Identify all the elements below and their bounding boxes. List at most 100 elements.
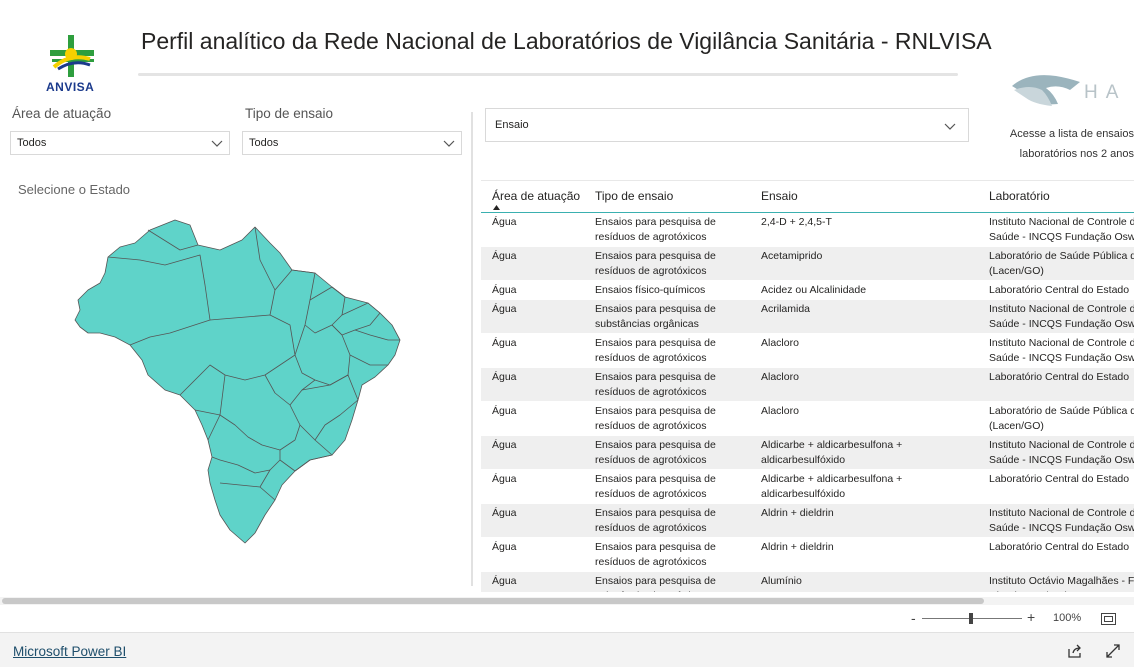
cell-line: Laboratório Central do Estado [989,283,1130,296]
table-row[interactable]: Água Ensaios para pesquisa de resíduos de … [481,503,1134,538]
cell-line: Instituto Nacional de Controle de Qualid… [989,215,1134,228]
cell-area: Água [481,246,584,281]
cell-tipo: Ensaios para pesquisa de resíduos de agro… [584,367,750,402]
horizontal-scrollbar[interactable] [0,597,1134,605]
table-header-row: Área de atuação Tipo de ensaio Ensaio La… [481,181,1134,213]
cell-line: Aldicarbe + aldicarbesulfona + [761,438,903,451]
cell-line: Aldrin + dieldrin [761,540,834,553]
panel-divider [471,112,473,586]
column-header-label: Área de atuação [492,189,581,204]
cell-ensaio: Aldicarbe + aldicarbesulfona + aldicarbes… [750,469,978,504]
zoom-slider-handle[interactable] [969,613,973,624]
cell-line: Ensaios para pesquisa de [595,404,716,417]
cell-line: Laboratório Central do Estado [989,472,1130,485]
share-icon[interactable] [1067,643,1083,659]
cell-line: Ensaios físico-químicos [595,283,706,296]
cell-line: Alacloro [761,404,799,417]
cell-tipo: Ensaios físico-químicos [584,280,750,300]
cell-line: Instituto Nacional de Controle de Qualid… [989,438,1134,451]
table-row[interactable]: Água Ensaios para pesquisa de resíduos de … [481,537,1134,572]
zoom-bar: - + 100% [0,605,1134,632]
brazil-map-outline [74,219,401,544]
table-row[interactable]: Água Ensaios para pesquisa de resíduos de … [481,435,1134,470]
cell-line: Instituto Octávio Magalhães - Fundação E… [989,574,1134,587]
cell-ensaio: Alacloro [750,333,978,368]
area-filter-dropdown[interactable]: Todos [10,131,230,155]
cell-line: Laboratório Central do Estado [989,540,1130,553]
cell-line: Laboratório Central do Estado [989,370,1130,383]
cell-laboratorio: Laboratório Central do Estado [978,537,1134,572]
table-row[interactable]: Água Ensaios para pesquisa de substâncias … [481,571,1134,592]
cell-line: Alumínio [761,574,802,587]
cell-tipo: Ensaios para pesquisa de resíduos de agro… [584,435,750,470]
table-row[interactable]: Água Ensaios físico-químicos Acidez ou Alc… [481,280,1134,300]
cell-line: Saúde - INCQS Fundação Oswaldo Cruz [989,521,1134,534]
cell-line: Acetamiprido [761,249,823,262]
cell-ensaio: Alumínio [750,571,978,592]
cell-tipo: Ensaios para pesquisa de resíduos de agro… [584,537,750,572]
cell-line: Alacloro [761,370,799,383]
table-row[interactable]: Água Ensaios para pesquisa de resíduos de … [481,212,1134,247]
table-row[interactable]: Água Ensaios para pesquisa de resíduos de … [481,246,1134,281]
tipo-filter-label: Tipo de ensaio [245,106,334,121]
column-header-ensaio[interactable]: Ensaio [750,181,978,213]
ensaio-filter-value: Ensaio [495,119,529,131]
cell-tipo: Ensaios para pesquisa de substâncias inor… [584,571,750,592]
cell-line: substâncias inorgânicas [595,589,744,593]
page-title: Perfil analítico da Rede Nacional de Lab… [141,28,992,54]
brazil-map[interactable] [70,215,405,545]
cell-laboratorio: Instituto Octávio Magalhães - Fundação E… [978,571,1134,592]
cell-line: Laboratório de Saúde Pública de Goiás [989,404,1134,417]
table-row[interactable]: Água Ensaios para pesquisa de resíduos de … [481,333,1134,368]
cell-laboratorio: Laboratório Central do Estado [978,367,1134,402]
cell-area: Água [481,299,584,334]
cell-ensaio: Aldrin + dieldrin [750,537,978,572]
cell-line: Ensaios para pesquisa de [595,249,716,262]
table-row[interactable]: Água Ensaios para pesquisa de substâncias … [481,299,1134,334]
tipo-filter-dropdown[interactable]: Todos [242,131,462,155]
ha-caption[interactable]: Acesse a lista de ensaios laboratórios n… [1002,124,1134,164]
cell-line: Saúde - INCQS Fundação Oswaldo Cruz [989,230,1134,243]
cell-line: resíduos de agrotóxicos [595,521,707,534]
ensaio-filter-dropdown[interactable]: Ensaio [485,108,969,142]
chevron-down-icon [944,123,956,130]
results-table[interactable]: Área de atuação Tipo de ensaio Ensaio La… [481,180,1134,592]
cell-area: Água [481,537,584,572]
table-row[interactable]: Água Ensaios para pesquisa de resíduos de … [481,469,1134,504]
cell-line: Ensaios para pesquisa de [595,302,716,315]
cell-laboratorio: Instituto Nacional de Controle de Qualid… [978,435,1134,470]
cell-area: Água [481,503,584,538]
cell-line: Instituto Nacional de Controle de Qualid… [989,302,1134,315]
zoom-out-button[interactable]: - [911,610,916,626]
column-header-tipo[interactable]: Tipo de ensaio [584,181,750,213]
cell-tipo: Ensaios para pesquisa de substâncias orgâ… [584,299,750,334]
cell-line: Saúde - INCQS Fundação Oswaldo Cruz [989,317,1134,330]
cell-line: Aldicarbe + aldicarbesulfona + [761,472,903,485]
cell-line: Laboratório de Saúde Pública de Goiás [989,249,1134,262]
fit-to-page-icon[interactable] [1101,613,1116,625]
table-row[interactable]: Água Ensaios para pesquisa de resíduos de … [481,401,1134,436]
cell-line: Aldrin + dieldrin [761,506,834,519]
column-header-area[interactable]: Área de atuação [481,181,584,213]
column-header-laboratorio[interactable]: Laboratório [978,181,1134,213]
expand-icon[interactable] [1105,643,1121,659]
cell-line: Ensaios para pesquisa de [595,574,716,587]
zoom-level: 100% [1053,612,1082,624]
cell-laboratorio: Laboratório Central do Estado [978,280,1134,300]
cell-tipo: Ensaios para pesquisa de resíduos de agro… [584,246,750,281]
cell-line: resíduos de agrotóxicos [595,555,707,568]
chevron-down-icon [211,140,223,147]
zoom-in-button[interactable]: + [1027,609,1035,625]
cell-line: Ensaios para pesquisa de [595,506,716,519]
cell-line: Ensaios para pesquisa de [595,370,716,383]
cell-line: Instituto Nacional de Controle de Qualid… [989,336,1134,349]
cell-area: Água [481,469,584,504]
cell-line: substâncias orgânicas [595,317,699,330]
cell-line: resíduos de agrotóxicos [595,487,707,500]
cell-line: Ensaios para pesquisa de [595,336,716,349]
table-row[interactable]: Água Ensaios para pesquisa de resíduos de … [481,367,1134,402]
scrollbar-thumb[interactable] [2,598,984,604]
power-bi-link[interactable]: Microsoft Power BI [13,644,126,659]
cell-line: Acrilamida [761,302,811,315]
ha-caption-line1: Acesse a lista de ensaios [1009,128,1134,140]
